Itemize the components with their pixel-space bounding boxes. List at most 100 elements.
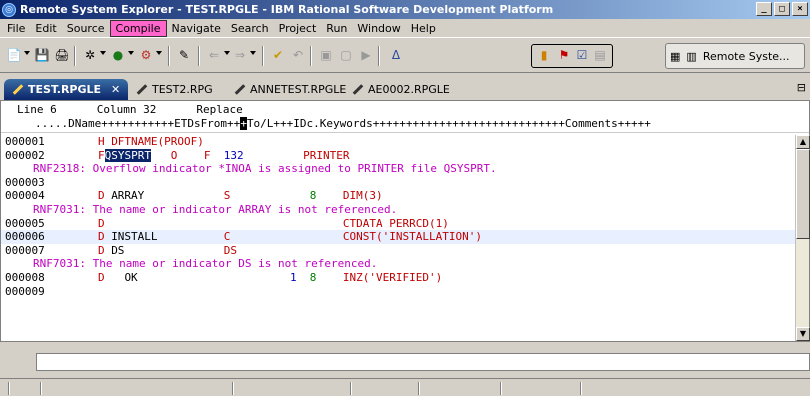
source-token: S [223,189,231,203]
undo-icon[interactable]: ↶ [290,47,306,63]
new-dropdown-icon[interactable] [24,51,30,55]
run-icon[interactable]: ● [110,47,126,63]
menu-navigate[interactable]: Navigate [167,21,226,36]
scroll-down-icon[interactable]: ▼ [796,327,810,341]
pen-icon[interactable]: ✎ [176,47,192,63]
source-token: 8 [309,189,317,203]
source-token: INSTALL [111,230,158,244]
source-token: F [203,148,211,162]
source-token: D [97,243,105,257]
back-dropdown-icon[interactable] [224,51,230,55]
source-token: D [97,230,105,244]
source-token: H [97,135,105,148]
vertical-scrollbar[interactable]: ▲ ▼ [795,135,810,341]
tab-test2-rpg[interactable]: TEST2.RPG [128,79,221,100]
menu-run[interactable]: Run [321,21,352,36]
compiler-message: RNF7031: The name or indicator ARRAY is … [1,203,795,217]
debug-icon[interactable]: ✲ [82,47,98,63]
source-token: QSYSPRT [104,148,151,163]
source-token: DIM(3) [342,189,383,203]
check-icon[interactable]: ✔ [270,47,286,63]
mode-indicator: Replace [196,102,243,116]
source-text[interactable]: D OK 1 8 INZ('VERIFIED') [45,271,795,285]
menu-compile[interactable]: Compile [109,19,167,37]
source-token: CONST('INSTALLATION') [342,230,482,244]
compile-error-icon[interactable]: ⚑ [556,47,572,63]
tab-ae0002-rpgle[interactable]: AE0002.RPGLE [344,79,458,100]
sequence-number: 000004 [5,189,45,203]
scroll-up-icon[interactable]: ▲ [796,135,810,149]
source-token: DS [223,243,237,257]
source-text[interactable]: D CTDATA PERRCD(1) [45,217,795,231]
source-token: 132 [223,148,244,162]
source-line[interactable]: 000004 D ARRAY S 8 DIM(3) [1,189,795,203]
source-text[interactable]: D DS DS [45,244,795,258]
source-text[interactable]: H DFTNAME(PROOF) [45,135,795,149]
source-text[interactable]: D INSTALL C CONST('INSTALLATION') [45,230,795,244]
source-line[interactable]: 000005 D CTDATA PERRCD(1) [1,217,795,231]
edit-pencil-icon [234,84,246,95]
back-icon[interactable]: ⇐ [206,47,222,63]
menu-search[interactable]: Search [226,21,274,36]
source-line[interactable]: 000003 [1,176,795,190]
source-token: D [97,270,105,284]
window-title: Remote System Explorer - TEST.RPGLE - IB… [20,3,554,16]
close-tab-icon[interactable]: ✕ [111,83,120,96]
source-line[interactable]: 000007 D DS DS [1,244,795,258]
tab-annetest-rpgle[interactable]: ANNETEST.RPGLE [226,79,354,100]
source-token: CTDATA PERRCD(1) [342,216,449,230]
run-dropdown-icon[interactable] [128,51,134,55]
format-ruler: .....DName+++++++++++ETDsFrom+++To/L+++I… [1,117,809,133]
code-area[interactable]: 000001 H DFTNAME(PROOF) 000002 F QSYSPRT O F 132… [1,135,795,298]
forward-dropdown-icon[interactable] [250,51,256,55]
scroll-thumb[interactable] [796,149,810,239]
menu-edit[interactable]: Edit [30,21,61,36]
source-line[interactable]: 000008 D OK 1 8 INZ('VERIFIED') [1,271,795,285]
source-text[interactable] [45,285,795,299]
menu-project[interactable]: Project [274,21,322,36]
source-line[interactable]: 000006 D INSTALL C CONST('INSTALLATION') [1,230,795,244]
source-text[interactable] [45,176,795,190]
source-line[interactable]: 000001 H DFTNAME(PROOF) [1,135,795,149]
menu-file[interactable]: File [2,21,30,36]
print-icon[interactable]: 🖨 [54,47,70,63]
close-button[interactable]: × [792,2,808,16]
menu-source[interactable]: Source [62,21,110,36]
source-token: C [223,230,231,244]
toggle-icon[interactable]: ▣ [318,47,334,63]
compile-icon[interactable]: ▮ [536,47,552,63]
external-tools-icon[interactable]: ⚙ [138,47,154,63]
line-indicator: Line 6 [17,102,57,116]
external-tools-dropdown-icon[interactable] [156,51,162,55]
delta-icon[interactable]: Δ [388,47,404,63]
compiler-message: RNF2318: Overflow indicator *INOA is ass… [1,162,795,176]
maximize-button[interactable]: □ [774,2,790,16]
source-token: PRINTER [303,148,350,162]
step-icon[interactable]: ▶ [358,47,374,63]
perspective-switcher[interactable]: ▦ ▥ Remote Syste... [665,43,805,69]
minimize-button[interactable]: _ [756,2,772,16]
new-icon[interactable]: 📄 [6,47,22,63]
ruler-cursor: + [240,117,247,130]
source-line[interactable]: 000009 [1,285,795,299]
save-icon[interactable]: 💾 [34,47,50,63]
source-editor[interactable]: Line 6 Column 32 Replace .....DName+++++… [0,100,810,342]
edit-pencil-icon [12,84,24,95]
command-line-input[interactable] [36,353,810,371]
view-menu-icon[interactable]: ⊟ [797,81,806,94]
disabled-icon[interactable]: ▤ [592,47,608,63]
verify-icon[interactable]: ☑ [574,47,590,63]
box-icon[interactable]: ▢ [338,47,354,63]
source-text[interactable]: D ARRAY S 8 DIM(3) [45,189,795,203]
source-token: 1 [289,270,297,284]
forward-icon[interactable]: ⇒ [232,47,248,63]
debug-dropdown-icon[interactable] [100,51,106,55]
source-line[interactable]: 000002 F QSYSPRT O F 132 PRINTER [1,148,795,163]
tab-test-rpgle[interactable]: TEST.RPGLE ✕ [4,79,129,100]
menu-window[interactable]: Window [352,21,405,36]
source-token: F [97,148,105,162]
source-text[interactable]: F QSYSPRT O F 132 PRINTER [45,148,795,163]
source-token: OK [124,270,138,284]
menu-help[interactable]: Help [406,21,441,36]
open-perspective-icon[interactable]: ▦ [670,50,680,63]
